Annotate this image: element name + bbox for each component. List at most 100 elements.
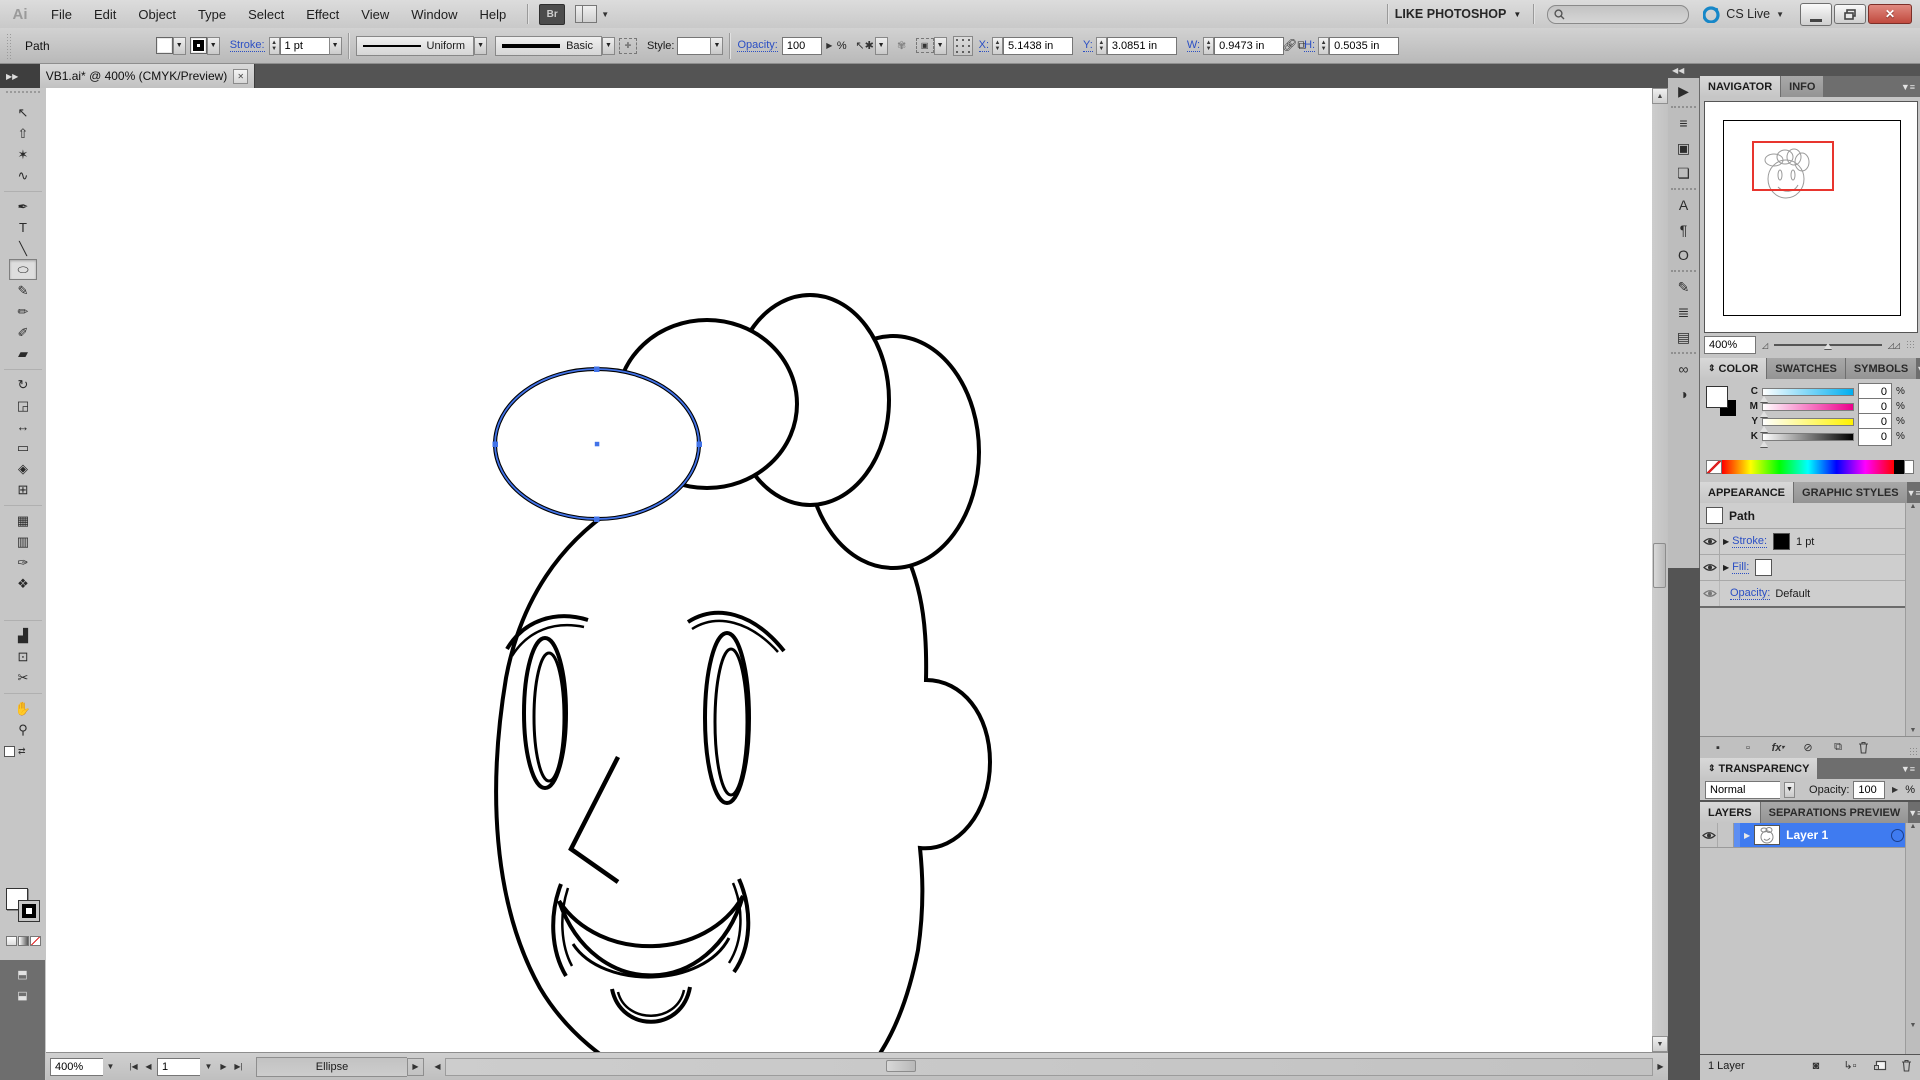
w-stepper[interactable]: ▲ ▼ <box>1203 37 1214 55</box>
ellipse-tool-icon[interactable]: ⬭ <box>9 259 37 280</box>
appearance-fill-row[interactable]: ▶ Fill: <box>1700 555 1906 581</box>
x-value[interactable]: 5.1438 in <box>1003 37 1073 55</box>
opacity-slider-arrow[interactable]: ▶ <box>822 38 837 53</box>
scroll-right-button[interactable]: ▶ <box>1653 1059 1668 1074</box>
visibility-toggle[interactable] <box>1700 555 1720 580</box>
tab-separations-preview[interactable]: SEPARATIONS PREVIEW <box>1760 802 1909 823</box>
layer-row[interactable]: ▶ Layer 1 <box>1700 823 1920 848</box>
artboards-icon[interactable]: ▣ <box>1671 136 1697 160</box>
h-stepper[interactable]: ▲ ▼ <box>1318 37 1329 55</box>
close-button[interactable]: ✕ <box>1868 4 1912 24</box>
tab-transparency[interactable]: ⇕ TRANSPARENCY <box>1700 758 1817 779</box>
workspace-switcher[interactable]: LIKE PHOTOSHOP ▼ <box>1395 7 1522 21</box>
gradient-mode-button[interactable] <box>18 936 29 946</box>
fill-stroke-control[interactable] <box>6 888 40 922</box>
kuler-icon[interactable]: ◑ <box>1671 382 1697 406</box>
stroke-weight-combo[interactable]: 1 pt ▼ <box>280 37 342 55</box>
appearance-stroke-row[interactable]: ▶ Stroke: 1 pt <box>1700 529 1906 555</box>
y-link[interactable]: Y: <box>1083 39 1093 52</box>
drawing-modes-button[interactable]: ⬒ <box>9 964 37 985</box>
layer-expand-arrow[interactable]: ▶ <box>1744 831 1750 840</box>
tab-symbols[interactable]: SYMBOLS <box>1845 358 1916 379</box>
scroll-down-icon[interactable]: ▼ <box>1906 1022 1920 1029</box>
artboard-dropdown-arrow[interactable]: ▼ <box>201 1059 216 1074</box>
default-fill-stroke-icon[interactable] <box>4 746 15 757</box>
blob-brush-tool-icon[interactable]: ✐ <box>9 322 37 343</box>
navigator-zoom-value[interactable]: 400% <box>1704 336 1756 354</box>
line-segment-tool-icon[interactable]: ╲ <box>9 238 37 259</box>
artboard-canvas[interactable] <box>46 88 1652 1052</box>
layer-visibility-toggle[interactable] <box>1700 823 1718 847</box>
navigator-zoom-slider[interactable] <box>1774 338 1882 352</box>
scroll-up-button[interactable]: ▲ <box>1652 88 1668 104</box>
style-combo[interactable] <box>677 37 710 55</box>
align-dropdown[interactable]: ▣ ▼ <box>916 37 947 55</box>
panel-menu-icon[interactable]: ▼≡ <box>1907 482 1920 503</box>
fill-color-dropdown[interactable]: ▼ <box>156 37 186 55</box>
scroll-left-button[interactable]: ◀ <box>430 1059 445 1074</box>
menu-view[interactable]: View <box>350 0 400 28</box>
expand-arrow-icon[interactable]: ▶ <box>1723 537 1729 546</box>
yellow-slider[interactable] <box>1762 418 1854 426</box>
scroll-down-icon[interactable]: ▼ <box>1906 727 1920 734</box>
tab-layers[interactable]: LAYERS <box>1700 802 1760 823</box>
tab-swatches[interactable]: SWATCHES <box>1766 358 1845 379</box>
menu-select[interactable]: Select <box>237 0 295 28</box>
minimize-button[interactable] <box>1800 3 1832 26</box>
opacity-link[interactable]: Opacity: <box>737 39 777 52</box>
chevron-down-icon[interactable]: ▼ <box>602 37 615 55</box>
reference-point-selector[interactable] <box>953 36 973 56</box>
cyan-slider[interactable] <box>1762 388 1854 396</box>
new-sublayer-icon[interactable]: ↳▫ <box>1840 1058 1860 1074</box>
panel-resize-grip[interactable] <box>1909 747 1919 757</box>
opacity-link[interactable]: Opacity: <box>1730 587 1770 600</box>
layer-target-circle[interactable] <box>1891 829 1904 842</box>
mesh-tool-icon[interactable]: ▦ <box>9 510 37 531</box>
blend-tool-icon[interactable]: ❖ <box>9 573 37 594</box>
artboard-tool-icon[interactable]: ⊡ <box>9 646 37 667</box>
artboard-number[interactable]: 1 <box>157 1058 200 1076</box>
clear-appearance-icon[interactable]: ⊘ <box>1798 740 1818 756</box>
bridge-button[interactable]: Br <box>539 4 565 25</box>
zoom-out-icon[interactable]: ◿ <box>1762 341 1768 350</box>
new-stroke-icon[interactable]: ▪ <box>1708 740 1728 756</box>
tab-info[interactable]: INFO <box>1780 76 1823 97</box>
layer-lock-toggle[interactable] <box>1718 823 1734 847</box>
align-icon[interactable]: ≡ <box>1671 111 1697 135</box>
horizontal-scrollbar[interactable] <box>445 1058 1653 1076</box>
chevron-down-icon[interactable]: ▼ <box>1784 782 1795 798</box>
visibility-toggle[interactable] <box>1700 529 1720 554</box>
paragraph-icon[interactable]: ¶ <box>1671 218 1697 242</box>
menu-object[interactable]: Object <box>127 0 187 28</box>
white-swatch[interactable] <box>1904 460 1914 474</box>
gradient-tool-icon[interactable]: ▥ <box>9 531 37 552</box>
constrain-proportions-icon[interactable]: 🔗︎⧉ <box>1284 38 1304 54</box>
transparency-opacity-value[interactable]: 100 <box>1853 781 1884 799</box>
scale-tool-icon[interactable]: ◲ <box>9 395 37 416</box>
new-layer-icon[interactable] <box>1874 1060 1887 1071</box>
panel-menu-icon[interactable]: ▼≡ <box>1908 802 1920 823</box>
delete-item-icon[interactable] <box>1858 741 1869 754</box>
color-mode-button[interactable] <box>6 936 17 946</box>
free-transform-tool-icon[interactable]: ▭ <box>9 437 37 458</box>
hand-tool-icon[interactable]: ✋ <box>9 698 37 719</box>
pencil-tool-icon[interactable]: ✏ <box>9 301 37 322</box>
pathfinder-icon[interactable]: ❏ <box>1671 161 1697 185</box>
vertical-scrollbar[interactable]: ▲ ▼ <box>1652 88 1668 1052</box>
spectrum-gradient[interactable] <box>1722 460 1894 474</box>
arrange-documents-button[interactable]: ▼ <box>575 5 609 23</box>
w-link[interactable]: W: <box>1187 39 1200 52</box>
eraser-tool-icon[interactable]: ▰ <box>9 343 37 364</box>
brush-definition-combo[interactable]: Basic <box>495 36 602 56</box>
delete-layer-icon[interactable] <box>1901 1059 1912 1072</box>
y-value[interactable]: 3.0851 in <box>1107 37 1177 55</box>
chevron-down-icon[interactable]: ▼ <box>474 37 487 55</box>
stroke-panel-link[interactable]: Stroke: <box>230 39 265 52</box>
menu-effect[interactable]: Effect <box>295 0 350 28</box>
vertical-scroll-thumb[interactable] <box>1653 543 1666 588</box>
search-input[interactable] <box>1547 5 1689 24</box>
black-swatch[interactable] <box>1894 460 1904 474</box>
scroll-down-button[interactable]: ▼ <box>1652 1036 1668 1052</box>
navigator-preview[interactable] <box>1704 101 1918 333</box>
zoom-dropdown-arrow[interactable]: ▼ <box>103 1059 118 1074</box>
